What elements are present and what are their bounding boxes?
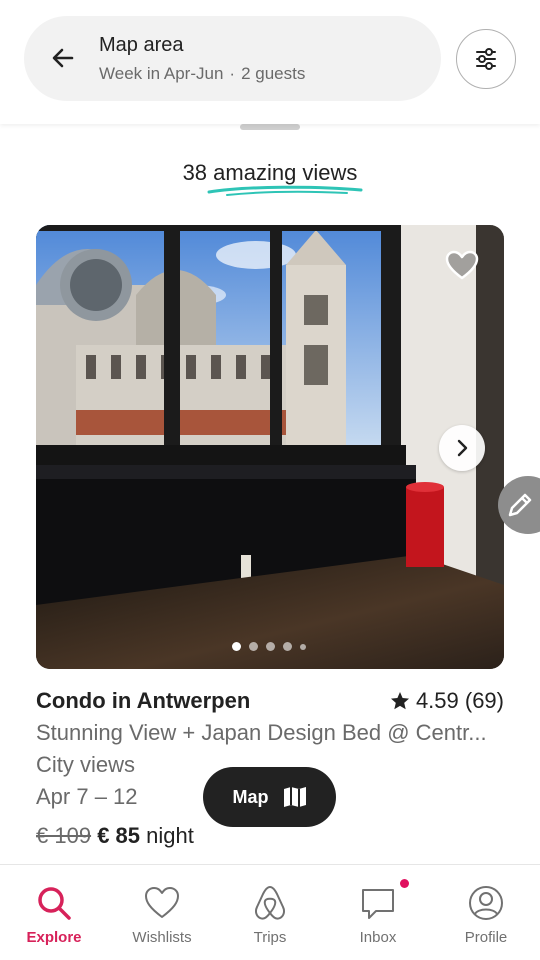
inbox-notification-badge	[400, 879, 409, 888]
next-photo-button[interactable]	[439, 425, 485, 471]
edit-floating-button[interactable]	[498, 476, 540, 534]
map-icon	[283, 787, 306, 807]
pagination-dot	[249, 642, 258, 651]
results-count-title: 38 amazing views	[182, 160, 358, 185]
show-map-button[interactable]: Map	[203, 767, 336, 827]
pencil-icon	[508, 493, 532, 517]
nav-inbox[interactable]: Inbox	[324, 865, 432, 960]
nav-trips[interactable]: Trips	[216, 865, 324, 960]
heart-icon	[145, 887, 179, 918]
arrow-left-icon	[52, 48, 74, 68]
nav-profile[interactable]: Profile	[432, 865, 540, 960]
listing-dates: Apr 7 – 12	[36, 784, 138, 809]
listing-description: Stunning View + Japan Design Bed @ Centr…	[36, 720, 487, 745]
search-subtitle: Week in Apr-Jun · 2 guests	[99, 64, 305, 84]
nav-explore[interactable]: Explore	[0, 865, 108, 960]
search-dates: Week in Apr-Jun	[99, 64, 224, 83]
back-button[interactable]	[48, 40, 78, 76]
map-button-label: Map	[232, 786, 269, 807]
separator-dot: ·	[229, 64, 236, 83]
photo-pagination-dots	[232, 642, 306, 651]
search-guests: 2 guests	[241, 64, 306, 83]
chevron-right-icon	[457, 439, 468, 457]
bottom-navigation: Explore Wishlists Trips Inbox Profile	[0, 864, 540, 960]
top-bar: Map area Week in Apr-Jun · 2 guests	[0, 0, 540, 124]
nav-label-explore: Explore	[26, 929, 82, 946]
pagination-dot	[283, 642, 292, 651]
sliders-icon	[476, 48, 496, 70]
rating-value: 4.59 (69)	[415, 688, 504, 713]
nav-label-inbox: Inbox	[359, 929, 397, 946]
listing-photo[interactable]	[36, 225, 504, 669]
nav-wishlists[interactable]: Wishlists	[108, 865, 216, 960]
sheet-drag-handle[interactable]	[240, 124, 300, 130]
nav-label-wishlists: Wishlists	[132, 929, 192, 946]
user-circle-icon	[469, 886, 503, 920]
title-underline-decoration	[207, 185, 363, 196]
nav-label-trips: Trips	[253, 929, 287, 946]
pagination-dot	[266, 642, 275, 651]
save-to-wishlist-button[interactable]	[440, 245, 484, 285]
airbnb-logo-icon	[255, 886, 285, 920]
search-icon	[38, 887, 71, 920]
star-icon	[390, 692, 409, 710]
heart-outline-icon	[445, 250, 479, 280]
filters-button[interactable]	[456, 29, 516, 89]
discounted-price: € 85	[97, 823, 141, 848]
listing-feature: City views	[36, 752, 136, 777]
price-unit: night	[146, 823, 194, 848]
listing-title[interactable]: Condo in Antwerpen	[36, 688, 250, 714]
pagination-dot	[232, 642, 241, 651]
pagination-dot	[300, 643, 306, 650]
listing-price: € 109 € 85 night	[36, 823, 194, 849]
nav-label-profile: Profile	[464, 929, 508, 946]
search-title: Map area	[99, 34, 184, 56]
message-icon	[362, 889, 394, 919]
search-summary-pill[interactable]: Map area Week in Apr-Jun · 2 guests	[24, 16, 441, 101]
original-price: € 109	[36, 823, 92, 848]
listing-rating: 4.59 (69)	[390, 688, 504, 714]
